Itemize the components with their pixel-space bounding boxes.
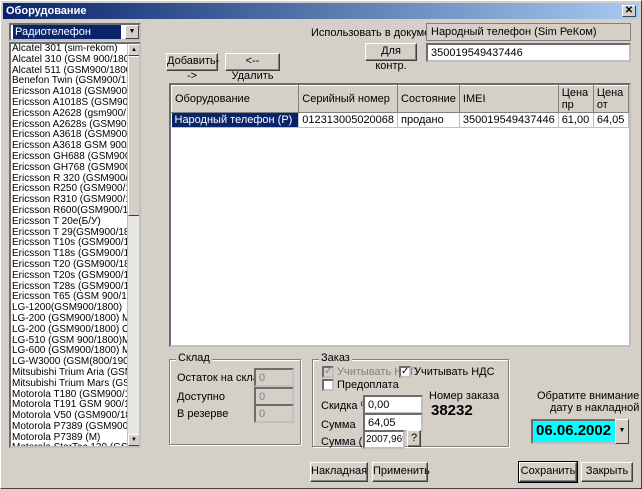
phone-list-item[interactable]: Ericsson A2628 (gsm900/1800) ( xyxy=(11,108,139,120)
phone-list-item[interactable]: Ericsson T20s (GSM900/1800) M xyxy=(11,270,139,282)
order-no-value: 38232 xyxy=(431,402,473,419)
column-header[interactable]: Серийный номер xyxy=(298,85,399,113)
notice-line1: Обратите внимание на xyxy=(537,390,642,402)
save-button[interactable]: Сохранить xyxy=(518,461,578,483)
column-header[interactable]: Цена пр xyxy=(557,85,594,113)
chevron-down-icon[interactable]: ▼ xyxy=(125,25,139,39)
contract-input[interactable]: 350019549437446 xyxy=(426,43,631,62)
remove-button[interactable]: <-- Удалить xyxy=(225,53,280,82)
vat-label: Учитывать НДС xyxy=(414,366,495,378)
phone-list-item[interactable]: Ericsson GH768 (GSM900) xyxy=(11,162,139,174)
phone-list-items: Alcatel 301 (sim-rekom) Alcatel 310 (GSM … xyxy=(11,44,139,446)
column-header[interactable]: Цена от xyxy=(592,85,630,113)
prepay-checkbox[interactable] xyxy=(322,379,334,391)
phone-list-item[interactable]: Motorola StarTac 130 (GSM900) xyxy=(11,443,139,446)
column-header[interactable]: Состояние xyxy=(397,85,460,113)
stock-group-title: Склад xyxy=(176,352,212,364)
table-cell[interactable]: 350019549437446 xyxy=(459,112,559,128)
column-header[interactable]: IMEI xyxy=(458,85,559,113)
equipment-window: Оборудование ✕ Радиотелефон ▼ Alcatel 30… xyxy=(0,0,642,489)
prepay-label: Предоплата xyxy=(337,379,399,391)
sum-r-input[interactable]: 2007,9699 xyxy=(363,430,405,449)
phone-list-item[interactable]: Alcatel 310 (GSM 900/1800) xyxy=(11,54,139,66)
close-icon[interactable]: ✕ xyxy=(622,5,636,17)
reserve-field: 0 xyxy=(254,404,294,423)
table-cell[interactable]: продано xyxy=(397,112,460,128)
phone-list[interactable]: Alcatel 301 (sim-rekom) Alcatel 310 (GSM … xyxy=(9,42,141,448)
equipment-table-grid: Оборудование Серийный номер Состояние IMEI Ц… xyxy=(170,85,630,128)
scroll-down-icon[interactable]: ▼ xyxy=(128,434,139,446)
invoice-button[interactable]: Накладная xyxy=(310,462,368,482)
invoice-date-picker[interactable]: 06.06.2002 ▼ xyxy=(531,419,629,444)
nsp-checkbox: ✓ xyxy=(322,366,334,378)
phone-list-item[interactable]: LG-200 (GSM900/1800) Орел xyxy=(11,324,139,336)
equipment-table[interactable]: Оборудование Серийный номер Состояние IMEI Ц… xyxy=(169,83,631,347)
table-cell[interactable]: 012313005020068 xyxy=(298,112,399,128)
notice-line2: дату в накладной xyxy=(550,402,640,414)
category-selected: Радиотелефон xyxy=(13,25,121,39)
category-select[interactable]: Радиотелефон ▼ xyxy=(9,23,141,41)
table-cell[interactable]: 64,05 xyxy=(593,112,630,128)
scroll-up-icon[interactable]: ▲ xyxy=(128,44,139,56)
help-button[interactable]: ? xyxy=(407,430,421,447)
doc-name-field: Народный телефон (Sim РеКом) xyxy=(426,23,631,41)
phone-list-item[interactable]: Mitsubishi Trium Mars (GSM900/ xyxy=(11,378,139,390)
table-body: Народный телефон (Р) 012313005020068 прода… xyxy=(171,112,630,128)
title-bar: Оборудование ✕ xyxy=(3,3,639,19)
close-button[interactable]: Закрыть xyxy=(581,462,633,482)
table-cell[interactable]: Народный телефон (Р) xyxy=(171,112,300,128)
order-no-label: Номер заказа xyxy=(429,390,500,402)
column-header[interactable]: Оборудование xyxy=(170,85,300,113)
table-row[interactable]: Народный телефон (Р) 012313005020068 прода… xyxy=(171,112,630,128)
chevron-down-icon[interactable]: ▼ xyxy=(615,419,629,444)
scroll-thumb[interactable] xyxy=(128,56,139,216)
vat-checkbox[interactable]: ✓ xyxy=(399,366,411,378)
reserve-label: В резерве xyxy=(177,408,229,420)
available-label: Доступно xyxy=(177,391,226,403)
table-header-row: Оборудование Серийный номер Состояние IMEI Ц… xyxy=(170,85,630,113)
add-button[interactable]: Добавить--> xyxy=(166,53,219,82)
remaining-field: 0 xyxy=(254,368,294,387)
table-cell[interactable]: 61,00 xyxy=(558,112,594,128)
window-title: Оборудование xyxy=(6,5,87,17)
order-group-title: Заказ xyxy=(319,352,352,364)
apply-button[interactable]: Применить xyxy=(372,462,430,482)
phone-list-scrollbar[interactable]: ▲ ▼ xyxy=(127,44,139,446)
phone-list-item[interactable]: Ericsson T 20e(Б/У) xyxy=(11,216,139,228)
sum-label: Сумма xyxy=(321,419,356,431)
invoice-date-value: 06.06.2002 xyxy=(536,422,612,439)
contract-button[interactable]: Для контр. xyxy=(365,43,417,72)
discount-input[interactable]: 0,00 xyxy=(363,395,423,414)
